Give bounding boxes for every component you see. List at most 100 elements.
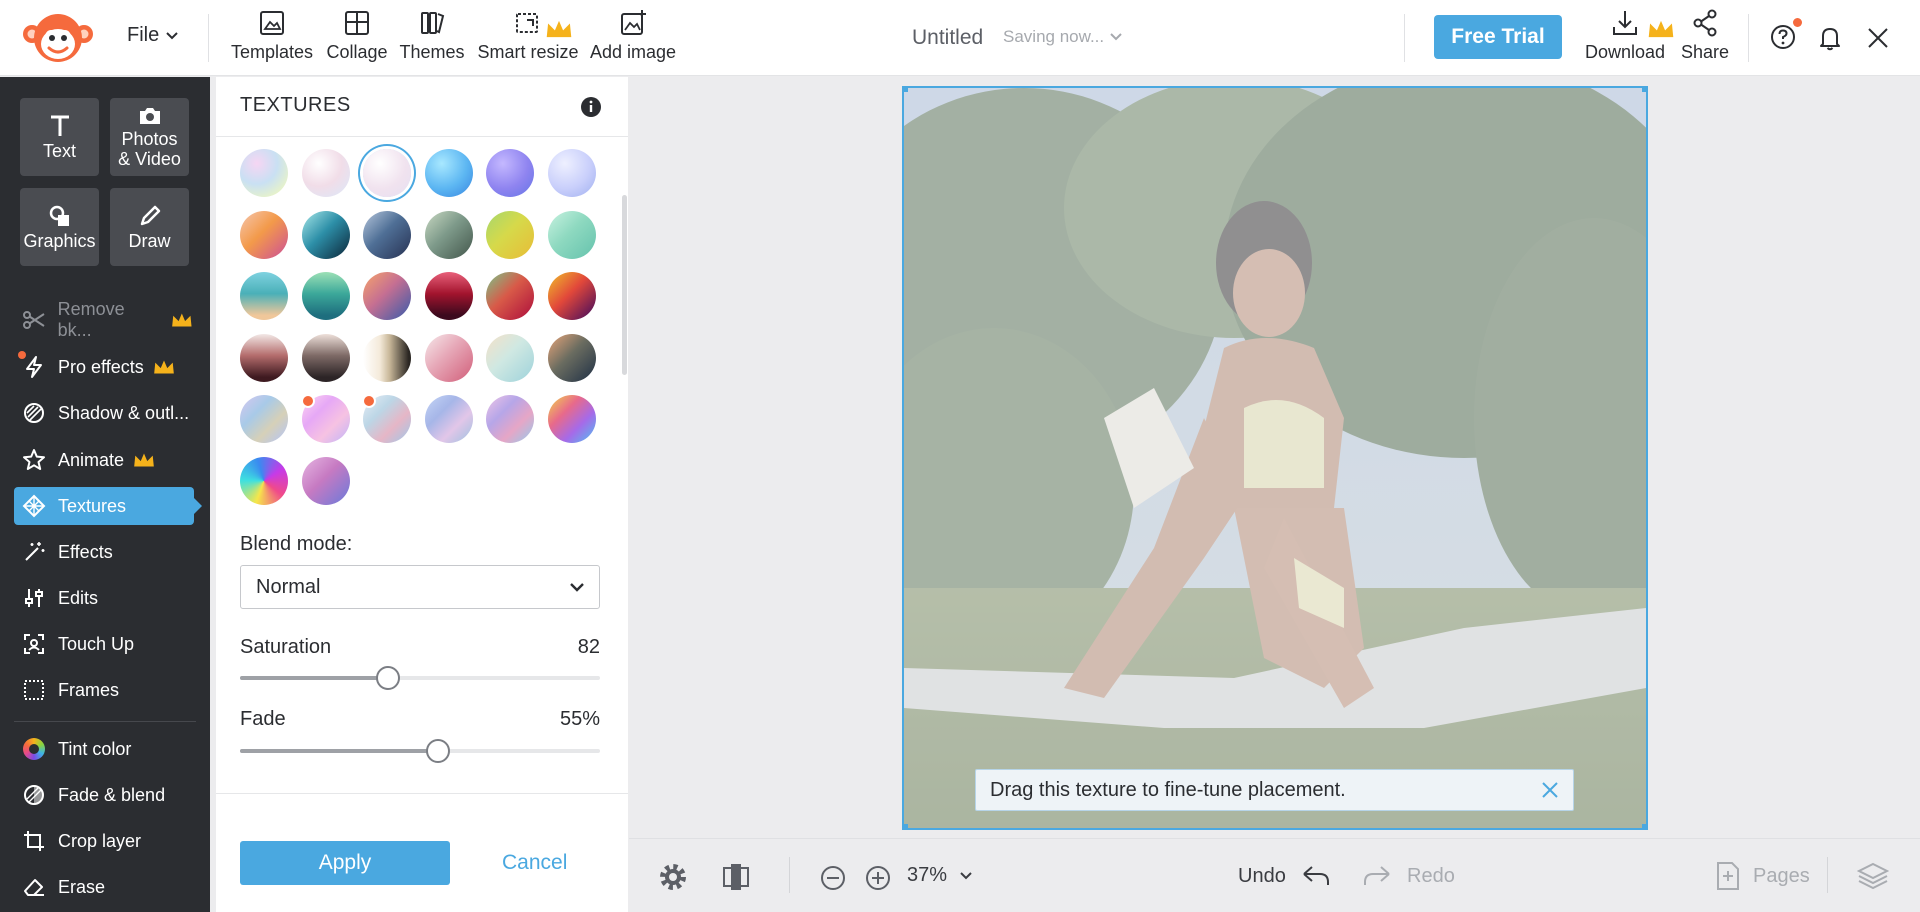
- smart-resize-button[interactable]: Smart resize: [476, 8, 580, 68]
- redo-button[interactable]: Redo: [1361, 864, 1455, 888]
- canvas-background-button[interactable]: [721, 861, 751, 893]
- collage-button[interactable]: Collage: [324, 8, 390, 68]
- zoom-level-select[interactable]: 37%: [907, 864, 973, 887]
- close-editor-button[interactable]: [1866, 26, 1890, 55]
- templates-button[interactable]: Templates: [231, 8, 313, 68]
- apply-button[interactable]: Apply: [240, 841, 450, 885]
- close-icon: [1542, 782, 1558, 798]
- texture-swatch[interactable]: [362, 394, 411, 443]
- notifications-button[interactable]: [1818, 25, 1842, 56]
- magic-wand-icon: [20, 538, 48, 566]
- texture-swatch[interactable]: [424, 272, 473, 320]
- texture-swatch[interactable]: [486, 149, 534, 197]
- texture-swatch[interactable]: [363, 210, 411, 259]
- texture-swatch[interactable]: [486, 272, 534, 320]
- redo-label: Redo: [1407, 864, 1455, 887]
- nav-item-erase[interactable]: Erase: [14, 868, 194, 906]
- nav-item-textures[interactable]: Textures: [14, 487, 202, 525]
- themes-button[interactable]: Themes: [399, 8, 465, 68]
- texture-swatch[interactable]: [363, 272, 411, 320]
- nav-item-effects[interactable]: Effects: [14, 533, 194, 571]
- saturation-slider-handle[interactable]: [375, 666, 400, 690]
- texture-swatch[interactable]: [547, 395, 596, 443]
- cancel-button[interactable]: Cancel: [502, 851, 567, 875]
- zoom-out-button[interactable]: [820, 865, 846, 891]
- texture-swatch[interactable]: [240, 395, 288, 443]
- blend-mode-select[interactable]: Normal: [240, 565, 600, 609]
- texture-swatch[interactable]: [240, 333, 288, 382]
- texture-swatch[interactable]: [363, 149, 411, 197]
- texture-swatch[interactable]: [300, 394, 350, 443]
- download-button[interactable]: Download: [1582, 8, 1674, 68]
- texture-swatch[interactable]: [301, 210, 350, 259]
- new-badge-dot: [18, 351, 26, 359]
- selection-handle[interactable]: [904, 88, 908, 92]
- texture-swatch[interactable]: [424, 149, 473, 197]
- save-status[interactable]: Saving now...: [1003, 27, 1122, 47]
- texture-swatch[interactable]: [301, 272, 350, 320]
- file-menu[interactable]: File: [127, 24, 179, 47]
- texture-swatch[interactable]: [547, 149, 596, 197]
- selection-handle[interactable]: [1642, 88, 1646, 92]
- graphics-tool-button[interactable]: Graphics: [20, 188, 99, 266]
- nav-label: Erase: [58, 876, 106, 897]
- help-button[interactable]: [1770, 24, 1796, 55]
- texture-swatch[interactable]: [424, 395, 473, 443]
- text-tool-button[interactable]: Text: [20, 98, 99, 176]
- nav-item-animate[interactable]: Animate: [14, 441, 194, 479]
- texture-swatch[interactable]: [240, 149, 288, 197]
- nav-item-pro-effects[interactable]: Pro effects: [14, 348, 194, 386]
- texture-swatch[interactable]: [486, 333, 534, 382]
- eraser-icon: [20, 873, 48, 901]
- nav-item-edits[interactable]: Edits: [14, 579, 194, 617]
- nav-item-crop-layer[interactable]: Crop layer: [14, 822, 194, 860]
- layers-button[interactable]: [1857, 861, 1889, 891]
- layers-icon: [1857, 862, 1889, 890]
- nav-item-shadow-outline[interactable]: Shadow & outl...: [14, 394, 194, 432]
- nav-item-frames[interactable]: Frames: [14, 671, 194, 709]
- picmonkey-logo[interactable]: [22, 10, 94, 66]
- texture-swatch[interactable]: [486, 210, 534, 259]
- texture-swatch[interactable]: [363, 333, 411, 382]
- canvas-settings-button[interactable]: [657, 861, 689, 893]
- texture-swatch[interactable]: [486, 395, 534, 443]
- texture-swatch[interactable]: [424, 210, 473, 259]
- gear-icon: [660, 864, 686, 890]
- photos-video-button[interactable]: Photos & Video: [110, 98, 189, 176]
- texture-swatch[interactable]: [240, 272, 288, 320]
- texture-swatch[interactable]: [547, 333, 596, 382]
- selection-handle[interactable]: [1642, 824, 1646, 828]
- nav-item-tint-color[interactable]: Tint color: [14, 730, 194, 768]
- saturation-slider[interactable]: [240, 666, 600, 690]
- nav-item-touch-up[interactable]: Touch Up: [14, 625, 194, 663]
- texture-swatch[interactable]: [301, 333, 350, 382]
- texture-swatch[interactable]: [547, 272, 596, 320]
- panel-scrollbar[interactable]: [622, 195, 627, 375]
- free-trial-button[interactable]: Free Trial: [1434, 15, 1562, 59]
- fade-slider-handle[interactable]: [426, 739, 450, 763]
- info-button[interactable]: [580, 96, 602, 123]
- fade-slider[interactable]: [240, 739, 600, 763]
- crown-icon: [1648, 20, 1674, 38]
- nav-item-remove-background[interactable]: Remove bk...: [14, 299, 194, 340]
- share-button[interactable]: Share: [1680, 8, 1730, 68]
- texture-swatch[interactable]: [424, 333, 473, 382]
- texture-swatch[interactable]: [547, 210, 596, 259]
- nav-divider: [14, 721, 196, 722]
- nav-item-fade-blend[interactable]: Fade & blend: [14, 776, 194, 814]
- texture-swatch[interactable]: [240, 210, 288, 259]
- selection-handle[interactable]: [904, 824, 908, 828]
- document-title[interactable]: Untitled: [912, 26, 983, 50]
- undo-button[interactable]: Undo: [1238, 864, 1332, 888]
- toast-close-button[interactable]: [1541, 781, 1559, 805]
- texture-swatch[interactable]: [301, 456, 350, 505]
- texture-swatch[interactable]: [240, 456, 288, 505]
- canvas-photo[interactable]: [902, 86, 1648, 830]
- draw-tool-button[interactable]: Draw: [110, 188, 189, 266]
- zoom-in-button[interactable]: [865, 865, 891, 891]
- pages-button[interactable]: Pages: [1715, 861, 1810, 891]
- zoom-out-icon: [821, 866, 845, 890]
- texture-swatch[interactable]: [301, 149, 350, 197]
- text-icon: [50, 115, 69, 136]
- add-image-button[interactable]: Add image: [588, 8, 678, 68]
